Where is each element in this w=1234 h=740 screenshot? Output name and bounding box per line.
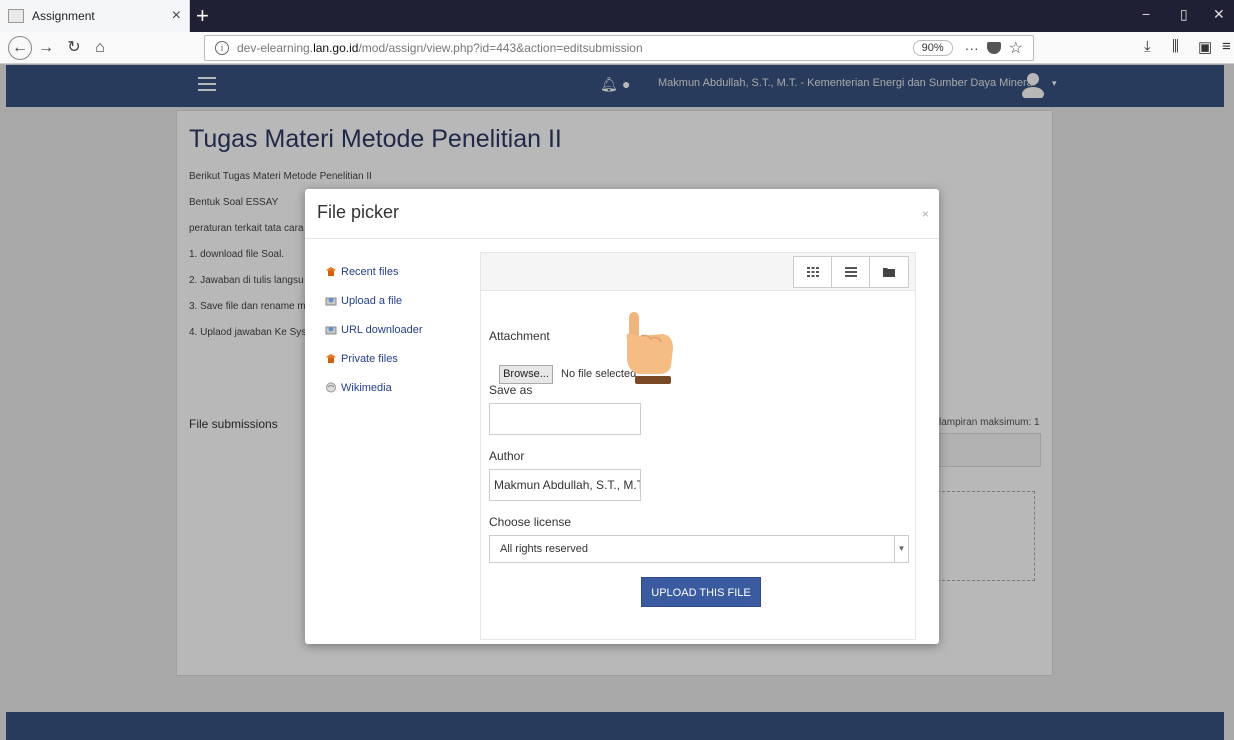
repo-label: Upload a file — [341, 294, 403, 307]
tab-favicon-icon — [8, 9, 24, 23]
sidebar-icon[interactable]: ▣ — [1198, 38, 1212, 56]
repo-label: Recent files — [341, 265, 399, 278]
dialog-close-button[interactable]: × — [922, 207, 929, 221]
dialog-header: File picker × — [305, 189, 939, 239]
folder-icon — [883, 268, 895, 277]
repo-label: URL downloader — [341, 323, 423, 336]
close-window-button[interactable]: ✕ — [1213, 6, 1225, 23]
moodle-hat-icon — [326, 267, 336, 276]
hand-pointer-cursor-icon — [626, 312, 673, 384]
repo-upload-file[interactable]: Upload a file — [325, 286, 475, 315]
panel-toolbar — [481, 253, 915, 291]
chevron-down-icon: ▼ — [894, 536, 908, 562]
license-select[interactable]: All rights reserved ▼ — [489, 535, 909, 563]
downloads-icon[interactable]: ⤓ — [1144, 38, 1151, 55]
tab-close-button[interactable]: × — [172, 7, 181, 25]
new-tab-button[interactable]: + — [196, 3, 209, 29]
list-icon — [844, 267, 857, 277]
browse-button[interactable]: Browse... — [499, 365, 553, 384]
browser-tab-bar: Assignment × + − ▯ ✕ — [0, 0, 1234, 32]
url-text: dev-elearning.lan.go.id/mod/assign/view.… — [237, 41, 643, 55]
upload-this-file-button[interactable]: UPLOAD THIS FILE — [641, 577, 761, 607]
upload-icon — [325, 297, 337, 306]
minimize-button[interactable]: − — [1142, 6, 1150, 22]
maximize-button[interactable]: ▯ — [1180, 6, 1188, 23]
repo-wikimedia[interactable]: Wikimedia — [325, 373, 475, 402]
save-as-label: Save as — [489, 383, 533, 397]
site-info-icon[interactable]: i — [215, 41, 229, 55]
dialog-title: File picker — [317, 202, 400, 222]
tree-view-button[interactable] — [870, 257, 908, 287]
grid-icon — [806, 267, 819, 277]
icons-view-button[interactable] — [794, 257, 832, 287]
page-actions-icon[interactable]: ··· — [965, 40, 979, 56]
author-label: Author — [489, 449, 525, 463]
repo-url-downloader[interactable]: URL downloader — [325, 315, 475, 344]
upload-panel: Attachment Browse... No file selected. S… — [480, 252, 916, 640]
save-as-input[interactable] — [489, 403, 641, 435]
tab-title: Assignment — [32, 9, 95, 23]
repo-private-files[interactable]: Private files — [325, 344, 475, 373]
bookmark-star-icon[interactable]: ☆ — [1009, 38, 1023, 58]
browser-tab[interactable]: Assignment × — [0, 0, 190, 32]
list-view-button[interactable] — [832, 257, 870, 287]
repo-recent-files[interactable]: Recent files — [325, 257, 475, 286]
forward-button[interactable]: → — [34, 36, 58, 60]
repo-label: Wikimedia — [341, 381, 392, 394]
repository-list: Recent files Upload a file URL downloade… — [325, 257, 475, 402]
repo-label: Private files — [341, 352, 398, 365]
view-mode-buttons — [793, 256, 909, 288]
menu-icon[interactable]: ≡ — [1222, 38, 1231, 55]
file-picker-dialog: File picker × Recent files Upload a file… — [305, 189, 939, 644]
library-icon[interactable]: ⫼ — [1172, 38, 1179, 55]
url-icon — [325, 326, 337, 335]
choose-license-label: Choose license — [489, 515, 572, 529]
author-input[interactable]: Makmun Abdullah, S.T., M.T. — [489, 469, 641, 501]
pocket-icon[interactable] — [986, 42, 1001, 54]
license-selected-value: All rights reserved — [500, 543, 589, 555]
zoom-level-badge[interactable]: 90% — [912, 40, 953, 56]
moodle-hat-icon — [326, 354, 336, 363]
reload-button[interactable]: ↻ — [62, 36, 86, 60]
url-bar[interactable]: i dev-elearning.lan.go.id/mod/assign/vie… — [204, 35, 1034, 61]
back-button[interactable]: ← — [8, 36, 32, 60]
home-button[interactable]: ⌂ — [88, 36, 112, 60]
attachment-label: Attachment — [489, 329, 550, 343]
wikimedia-icon — [326, 382, 336, 393]
browser-navbar: ← → ↻ ⌂ i dev-elearning.lan.go.id/mod/as… — [0, 32, 1234, 64]
